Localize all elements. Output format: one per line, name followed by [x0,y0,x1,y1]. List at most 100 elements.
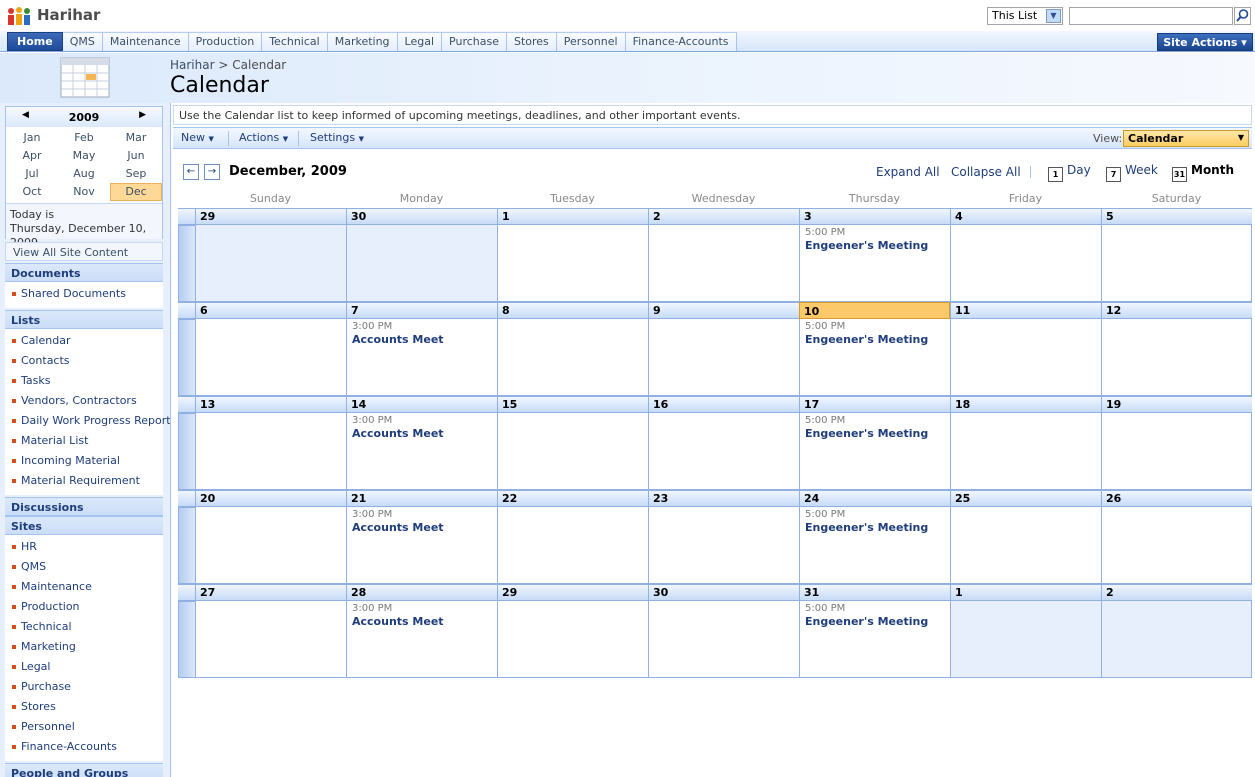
day-number[interactable]: 17 [799,396,950,413]
ql-item-contacts[interactable]: Contacts [5,351,163,371]
week-select-handle[interactable] [178,601,195,678]
ql-item-hr[interactable]: HR [5,537,163,557]
event-link[interactable]: Accounts Meet [352,427,492,441]
search-button[interactable] [1234,7,1251,25]
day-cell[interactable]: 5:00 PM Engeener's Meeting [799,319,950,396]
next-month-button[interactable]: → [204,164,220,180]
day-number[interactable]: 31 [799,584,950,601]
day-number[interactable]: 10 [799,302,950,319]
day-number[interactable]: 2 [648,208,799,225]
month-may[interactable]: May [58,147,110,165]
day-cell[interactable]: 5:00 PM Engeener's Meeting [799,225,950,302]
month-dec[interactable]: Dec [110,183,162,201]
ql-item-material-requirement[interactable]: Material Requirement [5,471,163,491]
ql-item-daily-work-progress-report[interactable]: Daily Work Progress Report [5,411,171,431]
ql-header-documents[interactable]: Documents [5,263,163,282]
day-number[interactable]: 21 [346,490,497,507]
day-number[interactable]: 6 [195,302,346,319]
day-cell[interactable] [1101,507,1252,584]
day-cell[interactable] [346,225,497,302]
day-number[interactable]: 28 [346,584,497,601]
day-number[interactable]: 24 [799,490,950,507]
ql-item-purchase[interactable]: Purchase [5,677,163,697]
day-number[interactable]: 27 [195,584,346,601]
day-cell[interactable] [1101,225,1252,302]
week-select-handle[interactable] [178,225,195,302]
day-number[interactable]: 23 [648,490,799,507]
day-number[interactable]: 11 [950,302,1101,319]
view-option-month[interactable]: 31 Month [1172,163,1234,182]
day-number[interactable]: 9 [648,302,799,319]
nav-tab-production[interactable]: Production [188,32,263,51]
view-option-week[interactable]: 7 Week [1106,163,1158,182]
event-link[interactable]: Engeener's Meeting [805,333,945,347]
day-cell[interactable] [950,507,1101,584]
day-cell[interactable] [195,225,346,302]
day-number[interactable]: 1 [497,208,648,225]
day-number[interactable]: 13 [195,396,346,413]
day-number[interactable]: 4 [950,208,1101,225]
day-number[interactable]: 30 [648,584,799,601]
month-sep[interactable]: Sep [110,165,162,183]
day-cell[interactable] [497,225,648,302]
expand-all-link[interactable]: Expand All [876,165,940,179]
ql-header-sites[interactable]: Sites [5,516,163,535]
view-select[interactable]: Calendar ▼ [1123,130,1249,147]
day-cell[interactable] [195,413,346,490]
day-cell[interactable] [497,601,648,678]
day-number[interactable]: 26 [1101,490,1252,507]
nav-tab-legal[interactable]: Legal [397,32,443,51]
day-cell[interactable]: 3:00 PM Accounts Meet [346,507,497,584]
ql-item-finance-accounts[interactable]: Finance-Accounts [5,737,163,757]
day-number[interactable]: 15 [497,396,648,413]
site-title[interactable]: Harihar [37,6,100,24]
ql-header-lists[interactable]: Lists [5,310,163,329]
day-cell[interactable] [648,507,799,584]
nav-tab-maintenance[interactable]: Maintenance [102,32,189,51]
ql-item-production[interactable]: Production [5,597,163,617]
day-number[interactable]: 5 [1101,208,1252,225]
day-number[interactable]: 19 [1101,396,1252,413]
day-cell[interactable] [497,319,648,396]
day-cell[interactable] [195,601,346,678]
settings-menu-button[interactable]: Settings ▼ [310,131,364,144]
nav-tab-marketing[interactable]: Marketing [327,32,398,51]
day-cell[interactable]: 3:00 PM Accounts Meet [346,413,497,490]
month-nov[interactable]: Nov [58,183,110,201]
day-number[interactable]: 12 [1101,302,1252,319]
month-aug[interactable]: Aug [58,165,110,183]
day-number[interactable]: 16 [648,396,799,413]
event-link[interactable]: Engeener's Meeting [805,239,945,253]
day-cell[interactable] [1101,319,1252,396]
day-cell[interactable]: 5:00 PM Engeener's Meeting [799,413,950,490]
view-all-site-content-link[interactable]: View All Site Content [5,242,163,261]
ql-item-shared-documents[interactable]: Shared Documents [5,284,163,304]
ql-item-maintenance[interactable]: Maintenance [5,577,163,597]
ql-item-personnel[interactable]: Personnel [5,717,163,737]
day-cell[interactable] [195,319,346,396]
collapse-all-link[interactable]: Collapse All [951,165,1021,179]
day-cell[interactable] [648,413,799,490]
day-cell[interactable]: 5:00 PM Engeener's Meeting [799,601,950,678]
ql-item-marketing[interactable]: Marketing [5,637,163,657]
breadcrumb-root-link[interactable]: Harihar [170,58,215,72]
day-cell[interactable] [648,225,799,302]
month-jan[interactable]: Jan [6,129,58,147]
day-cell[interactable] [497,413,648,490]
day-cell[interactable]: 3:00 PM Accounts Meet [346,601,497,678]
event-link[interactable]: Engeener's Meeting [805,427,945,441]
next-year-icon[interactable]: ▶ [139,110,146,120]
day-cell[interactable]: 3:00 PM Accounts Meet [346,319,497,396]
new-menu-button[interactable]: New ▼ [181,131,214,144]
ql-item-vendors-contractors[interactable]: Vendors, Contractors [5,391,163,411]
ql-item-tasks[interactable]: Tasks [5,371,163,391]
day-number[interactable]: 8 [497,302,648,319]
week-select-handle[interactable] [178,507,195,584]
month-apr[interactable]: Apr [6,147,58,165]
day-cell[interactable] [648,601,799,678]
actions-menu-button[interactable]: Actions ▼ [239,131,288,144]
day-cell[interactable] [195,507,346,584]
ql-header-discussions[interactable]: Discussions [5,497,163,516]
nav-tab-qms[interactable]: QMS [62,32,103,51]
day-cell[interactable] [1101,601,1252,678]
